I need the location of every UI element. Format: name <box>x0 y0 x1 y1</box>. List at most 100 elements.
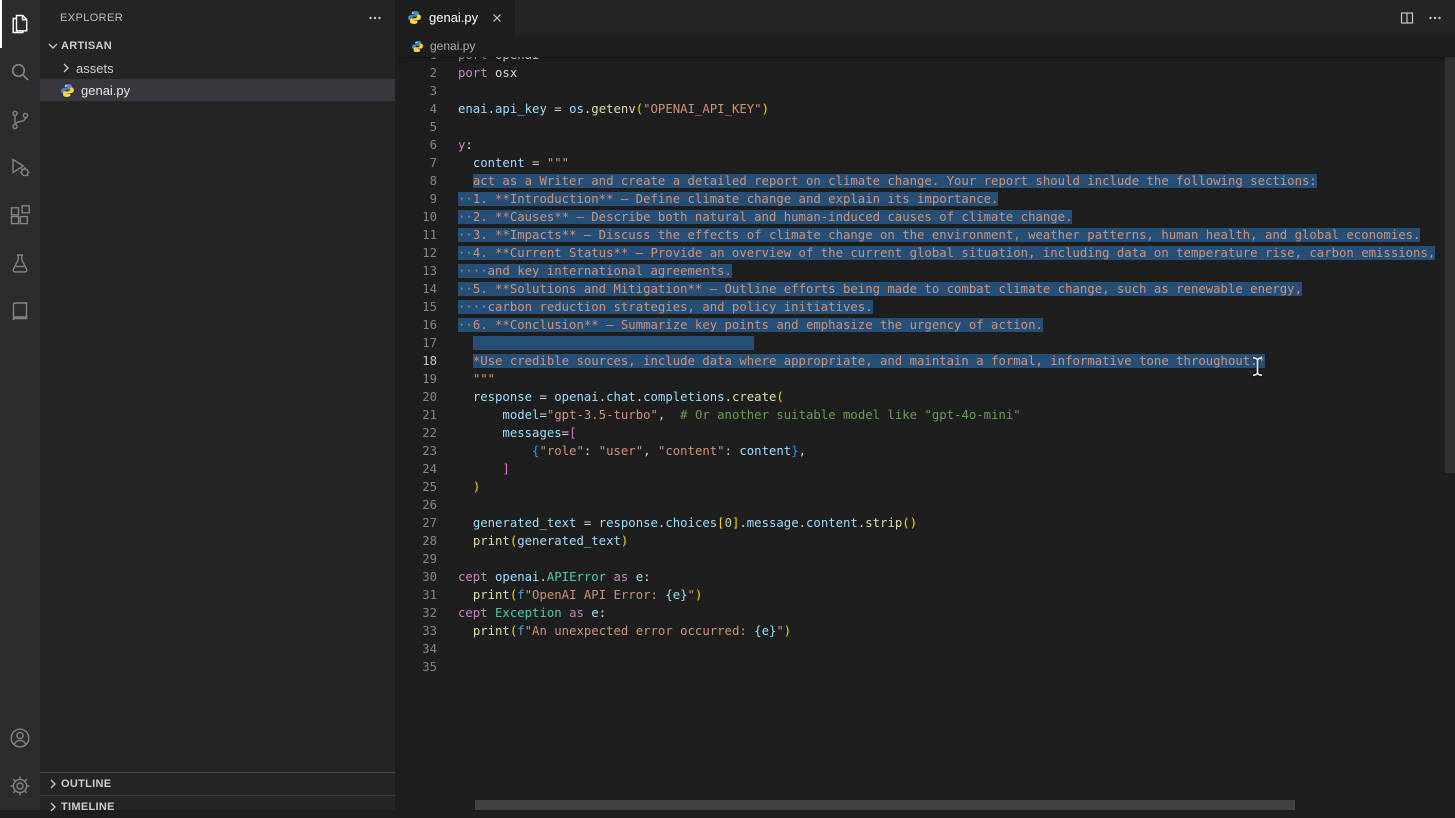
tree-item-genai-py[interactable]: genai.py <box>40 79 395 101</box>
code-line[interactable]: ··6. **Conclusion** — Summarize key poin… <box>458 316 1455 334</box>
activity-explorer[interactable] <box>0 0 40 48</box>
code-line[interactable] <box>458 118 1455 136</box>
code-line[interactable]: enai.api_key = os.getenv("OPENAI_API_KEY… <box>458 100 1455 118</box>
line-number: 32 <box>395 604 437 622</box>
line-number: 17 <box>395 334 437 352</box>
line-number: 29 <box>395 550 437 568</box>
line-number: 22 <box>395 424 437 442</box>
activity-bar <box>0 0 40 810</box>
breadcrumb-item[interactable]: genai.py <box>430 39 475 53</box>
code-line[interactable]: print(f"An unexpected error occurred: {e… <box>458 622 1455 640</box>
code-line[interactable]: {"role": "user", "content": content}, <box>458 442 1455 460</box>
breadcrumb: genai.py <box>395 35 1455 57</box>
code-line[interactable]: response = openai.chat.completions.creat… <box>458 388 1455 406</box>
flask-icon <box>8 252 32 276</box>
code-line[interactable]: messages=[ <box>458 424 1455 442</box>
sidebar-title: EXPLORER <box>60 12 367 24</box>
search-icon <box>8 60 32 84</box>
workspace-root-label: ARTISAN <box>61 40 112 52</box>
line-number: 7 <box>395 154 437 172</box>
activity-docs[interactable] <box>0 288 40 336</box>
book-icon <box>8 300 32 324</box>
line-number: 26 <box>395 496 437 514</box>
activity-search[interactable] <box>0 48 40 96</box>
sidebar-header: EXPLORER <box>40 0 395 35</box>
more-actions-icon[interactable] <box>1427 10 1443 26</box>
line-number: 27 <box>395 514 437 532</box>
activity-extensions[interactable] <box>0 192 40 240</box>
editor-group: genai.py genai.py <box>395 0 1455 810</box>
code-line[interactable]: ··4. **Current Status** — Provide an ove… <box>458 244 1455 262</box>
tab-label: genai.py <box>429 10 478 25</box>
code-line[interactable]: ····and key international agreements. <box>458 262 1455 280</box>
python-icon <box>411 40 424 53</box>
code-line[interactable]: ) <box>458 478 1455 496</box>
line-number: 13 <box>395 262 437 280</box>
code-line[interactable]: ····carbon reduction strategies, and pol… <box>458 298 1455 316</box>
line-number: 5 <box>395 118 437 136</box>
code-line[interactable]: model="gpt-3.5-turbo", # Or another suit… <box>458 406 1455 424</box>
code-line[interactable]: generated_text = response.choices[0].mes… <box>458 514 1455 532</box>
split-editor-icon[interactable] <box>1399 10 1415 26</box>
code-line[interactable]: cept Exception as e: <box>458 604 1455 622</box>
chevron-right-icon <box>58 60 74 76</box>
line-number: 28 <box>395 532 437 550</box>
code-editor[interactable]: 1234567891011121314151617181920212223242… <box>395 35 1455 810</box>
code-line[interactable]: content = """ <box>458 154 1455 172</box>
code-line[interactable]: """ <box>458 370 1455 388</box>
close-icon[interactable] <box>489 10 505 26</box>
code-line[interactable]: act as a Writer and create a detailed re… <box>458 172 1455 190</box>
extensions-icon <box>8 204 32 228</box>
code-line[interactable] <box>458 658 1455 676</box>
code-line[interactable]: ] <box>458 460 1455 478</box>
panel-label: TIMELINE <box>61 801 115 813</box>
line-number: 35 <box>395 658 437 676</box>
horizontal-scrollbar[interactable] <box>475 800 1295 810</box>
code-line[interactable]: print(f"OpenAI API Error: {e}") <box>458 586 1455 604</box>
python-icon <box>60 83 75 98</box>
code-line[interactable] <box>458 550 1455 568</box>
vertical-scrollbar[interactable] <box>1445 35 1455 473</box>
tree-item-label: assets <box>76 61 114 76</box>
panel-timeline[interactable]: TIMELINE <box>40 795 395 818</box>
python-icon <box>407 10 422 25</box>
tab-genai-py[interactable]: genai.py <box>395 0 515 35</box>
line-number: 25 <box>395 478 437 496</box>
activity-settings[interactable] <box>0 762 40 810</box>
activity-spacer <box>0 336 40 714</box>
code-line[interactable]: *Use credible sources, include data wher… <box>458 352 1455 370</box>
code-line[interactable]: cept openai.APIError as e: <box>458 568 1455 586</box>
sidebar: EXPLORER ARTISAN assets <box>40 0 395 810</box>
line-number: 20 <box>395 388 437 406</box>
code-line[interactable]: ··5. **Solutions and Mitigation** — Outl… <box>458 280 1455 298</box>
code-line[interactable] <box>458 334 1455 352</box>
sidebar-more-actions[interactable] <box>367 10 383 26</box>
tree-item-label: genai.py <box>81 83 130 98</box>
activity-source-control[interactable] <box>0 96 40 144</box>
activity-testing[interactable] <box>0 240 40 288</box>
code-line[interactable] <box>458 640 1455 658</box>
activity-run-debug[interactable] <box>0 144 40 192</box>
code-line[interactable]: ··1. **Introduction** — Define climate c… <box>458 190 1455 208</box>
panel-outline[interactable]: OUTLINE <box>40 772 395 795</box>
gear-icon <box>8 774 32 798</box>
code-line[interactable] <box>458 82 1455 100</box>
code-line[interactable]: ··2. **Causes** — Describe both natural … <box>458 208 1455 226</box>
tree-item-assets[interactable]: assets <box>40 57 395 79</box>
sidebar-bottom-panels: OUTLINE TIMELINE <box>40 772 395 818</box>
workspace-root[interactable]: ARTISAN <box>40 35 395 57</box>
code-line[interactable]: print(generated_text) <box>458 532 1455 550</box>
line-number-gutter: 1234567891011121314151617181920212223242… <box>395 46 437 676</box>
code-line[interactable]: port osx <box>458 64 1455 82</box>
chevron-right-icon <box>45 776 61 792</box>
code-line[interactable]: ··3. **Impacts** — Discuss the effects o… <box>458 226 1455 244</box>
line-number: 16 <box>395 316 437 334</box>
code-line[interactable] <box>458 496 1455 514</box>
line-number: 34 <box>395 640 437 658</box>
code-line[interactable]: y: <box>458 136 1455 154</box>
line-number: 2 <box>395 64 437 82</box>
line-number: 6 <box>395 136 437 154</box>
activity-account[interactable] <box>0 714 40 762</box>
line-number: 24 <box>395 460 437 478</box>
editor-actions <box>1399 10 1455 26</box>
